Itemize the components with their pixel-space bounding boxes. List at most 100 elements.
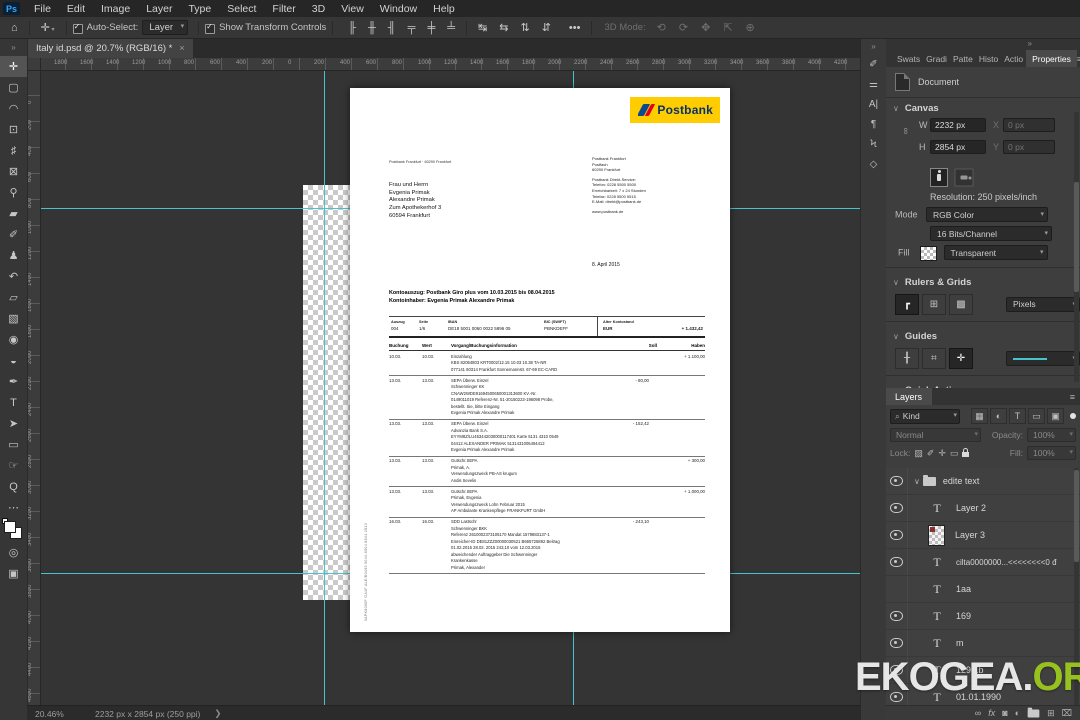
tool-button[interactable]: ▢ [0, 77, 27, 98]
layer-visibility-toggle[interactable] [885, 495, 908, 521]
toggle-grid-icon[interactable]: ⊞ [922, 293, 946, 315]
canvas-width-input[interactable]: 2232 px [930, 118, 986, 132]
menu-item[interactable]: Select [219, 3, 264, 15]
tool-button[interactable]: ▱ [0, 287, 27, 308]
tool-button[interactable]: ◉ [0, 329, 27, 350]
ruler-origin-corner[interactable] [27, 58, 41, 71]
ruler-units-select[interactable]: Pixels [1006, 296, 1080, 312]
collapse-panels-icon[interactable]: » [1028, 39, 1032, 48]
delete-layer-icon[interactable]: ⌧ [1062, 708, 1072, 719]
toggle-guides-icon[interactable]: ╂ [895, 347, 919, 369]
align-icon[interactable]: ╟ [343, 22, 361, 34]
expand-panels-icon[interactable]: » [861, 38, 886, 54]
vertical-guide[interactable] [324, 70, 325, 705]
horizontal-ruler[interactable]: 2000180016001400120010008006004002000200… [40, 58, 860, 71]
link-dimensions-icon[interactable]: ∞ [901, 128, 911, 134]
tool-button[interactable]: ♟ [0, 245, 27, 266]
tool-button[interactable]: ✒ [0, 371, 27, 392]
layer-visibility-toggle[interactable] [885, 522, 908, 548]
toggle-rulers-icon[interactable]: ┏ [895, 293, 919, 315]
home-icon[interactable]: ⌂ [6, 22, 23, 34]
new-layer-icon[interactable]: ⊞ [1047, 708, 1055, 719]
tool-button[interactable]: ♯ [0, 140, 27, 161]
layer-row[interactable]: T Layer 2 [885, 495, 1080, 522]
lock-position-icon[interactable]: ✛ [938, 448, 946, 459]
menu-item[interactable]: 3D [304, 3, 333, 15]
properties-scrollbar[interactable] [1074, 112, 1079, 382]
canvas-height-input[interactable]: 2854 px [930, 140, 986, 154]
layer-row[interactable]: T 1aa [885, 576, 1080, 603]
layer-row[interactable]: Layer 3 [885, 522, 1080, 549]
more-options-icon[interactable]: ••• [564, 22, 586, 34]
photoshop-logo[interactable]: Ps [3, 2, 20, 15]
layer-name[interactable]: 1aa [956, 584, 971, 594]
lock-guides-icon[interactable]: ⌗ [922, 347, 946, 369]
auto-select-dropdown[interactable]: Layer [142, 20, 189, 35]
collapsed-panel-icon[interactable]: A| [861, 94, 886, 114]
group-expand-caret[interactable]: ∨ [914, 477, 920, 486]
distribute-icon[interactable]: ↹ [473, 21, 492, 34]
tool-button[interactable]: ✛ [0, 56, 27, 77]
tool-button[interactable]: ▧ [0, 308, 27, 329]
align-icon[interactable]: ╢ [383, 22, 401, 34]
menu-item[interactable]: Window [372, 3, 425, 15]
tool-button[interactable]: ⋯ [0, 497, 27, 518]
landscape-orientation-button[interactable] [954, 168, 974, 187]
panel-tab[interactable]: Patte [950, 54, 976, 64]
align-icon[interactable]: ╧ [442, 22, 460, 34]
lock-pixels-icon[interactable]: ✐ [927, 448, 935, 459]
panel-tab[interactable]: Swats [894, 54, 923, 64]
collapsed-panel-icon[interactable]: ¶ [861, 114, 886, 134]
align-icon[interactable]: ╫ [363, 22, 381, 34]
panel-tab[interactable]: Actio [1001, 54, 1026, 64]
fill-select[interactable]: Transparent [943, 245, 1048, 260]
layer-filter-icon[interactable]: T [1009, 408, 1026, 424]
tool-button[interactable]: ✐ [0, 224, 27, 245]
lock-transparent-icon[interactable]: ▨ [914, 448, 923, 459]
tool-button[interactable]: ◒ [0, 350, 27, 371]
panel-tab[interactable]: Histo [976, 54, 1001, 64]
screen-mode-button[interactable]: ▣ [0, 563, 27, 584]
layer-name[interactable]: Layer 2 [956, 503, 986, 513]
layer-visibility-toggle[interactable] [885, 468, 908, 494]
distribute-icon[interactable]: ⇅ [515, 21, 534, 34]
tool-button[interactable]: ➤ [0, 413, 27, 434]
color-swatches[interactable] [0, 518, 27, 542]
layer-visibility-toggle[interactable] [885, 630, 908, 656]
align-icon[interactable]: ╪ [422, 22, 440, 34]
align-icon[interactable]: ╤ [403, 22, 421, 34]
layer-filter-icon[interactable]: ◐ [990, 408, 1007, 424]
tab-layers[interactable]: Layers [885, 388, 933, 405]
zoom-level-field[interactable]: 20.46% [35, 709, 87, 719]
menu-item[interactable]: Edit [59, 3, 93, 15]
foreground-color-swatch[interactable] [4, 521, 16, 533]
section-rulers-grids[interactable]: Rulers & Grids [885, 272, 1080, 292]
tool-button[interactable]: ▰ [0, 203, 27, 224]
menu-item[interactable]: Type [180, 3, 219, 15]
layer-filter-kind-select[interactable]: Kind [890, 408, 960, 424]
tool-button[interactable]: ⚲ [0, 182, 27, 203]
layer-effects-icon[interactable]: fx [988, 708, 995, 718]
menu-item[interactable]: Filter [264, 3, 303, 15]
canvas-area[interactable]: Postbank Postbank Frankfurt · 60290 Fran… [40, 70, 860, 705]
layers-panel-menu-icon[interactable] [1070, 392, 1075, 402]
layer-row[interactable]: T 169 [885, 603, 1080, 630]
collapsed-panel-icon[interactable]: ◇ [861, 154, 886, 174]
layer-filter-icon[interactable]: ▣ [1047, 408, 1064, 424]
menu-item[interactable]: View [333, 3, 372, 15]
layer-name[interactable]: m [956, 638, 964, 648]
layer-name[interactable]: cilta0000000...<<<<<<<<0 đ [956, 558, 1057, 567]
collapsed-panel-icon[interactable]: ⚌ [861, 74, 886, 94]
layer-name[interactable]: edite text [943, 476, 980, 486]
section-canvas[interactable]: Canvas [885, 98, 1080, 118]
layer-visibility-toggle[interactable] [885, 603, 908, 629]
lock-all-icon[interactable] [962, 448, 970, 457]
fill-swatch[interactable] [920, 245, 938, 261]
tool-button[interactable]: ↶ [0, 266, 27, 287]
show-transform-checkbox[interactable] [205, 22, 216, 34]
layer-filter-toggle-icon[interactable] [1070, 413, 1076, 419]
collapse-toolbar-icon[interactable]: » [0, 38, 27, 56]
tool-button[interactable]: ⊡ [0, 119, 27, 140]
lock-artboard-icon[interactable]: ▭ [950, 448, 959, 459]
portrait-orientation-button[interactable] [930, 168, 948, 187]
